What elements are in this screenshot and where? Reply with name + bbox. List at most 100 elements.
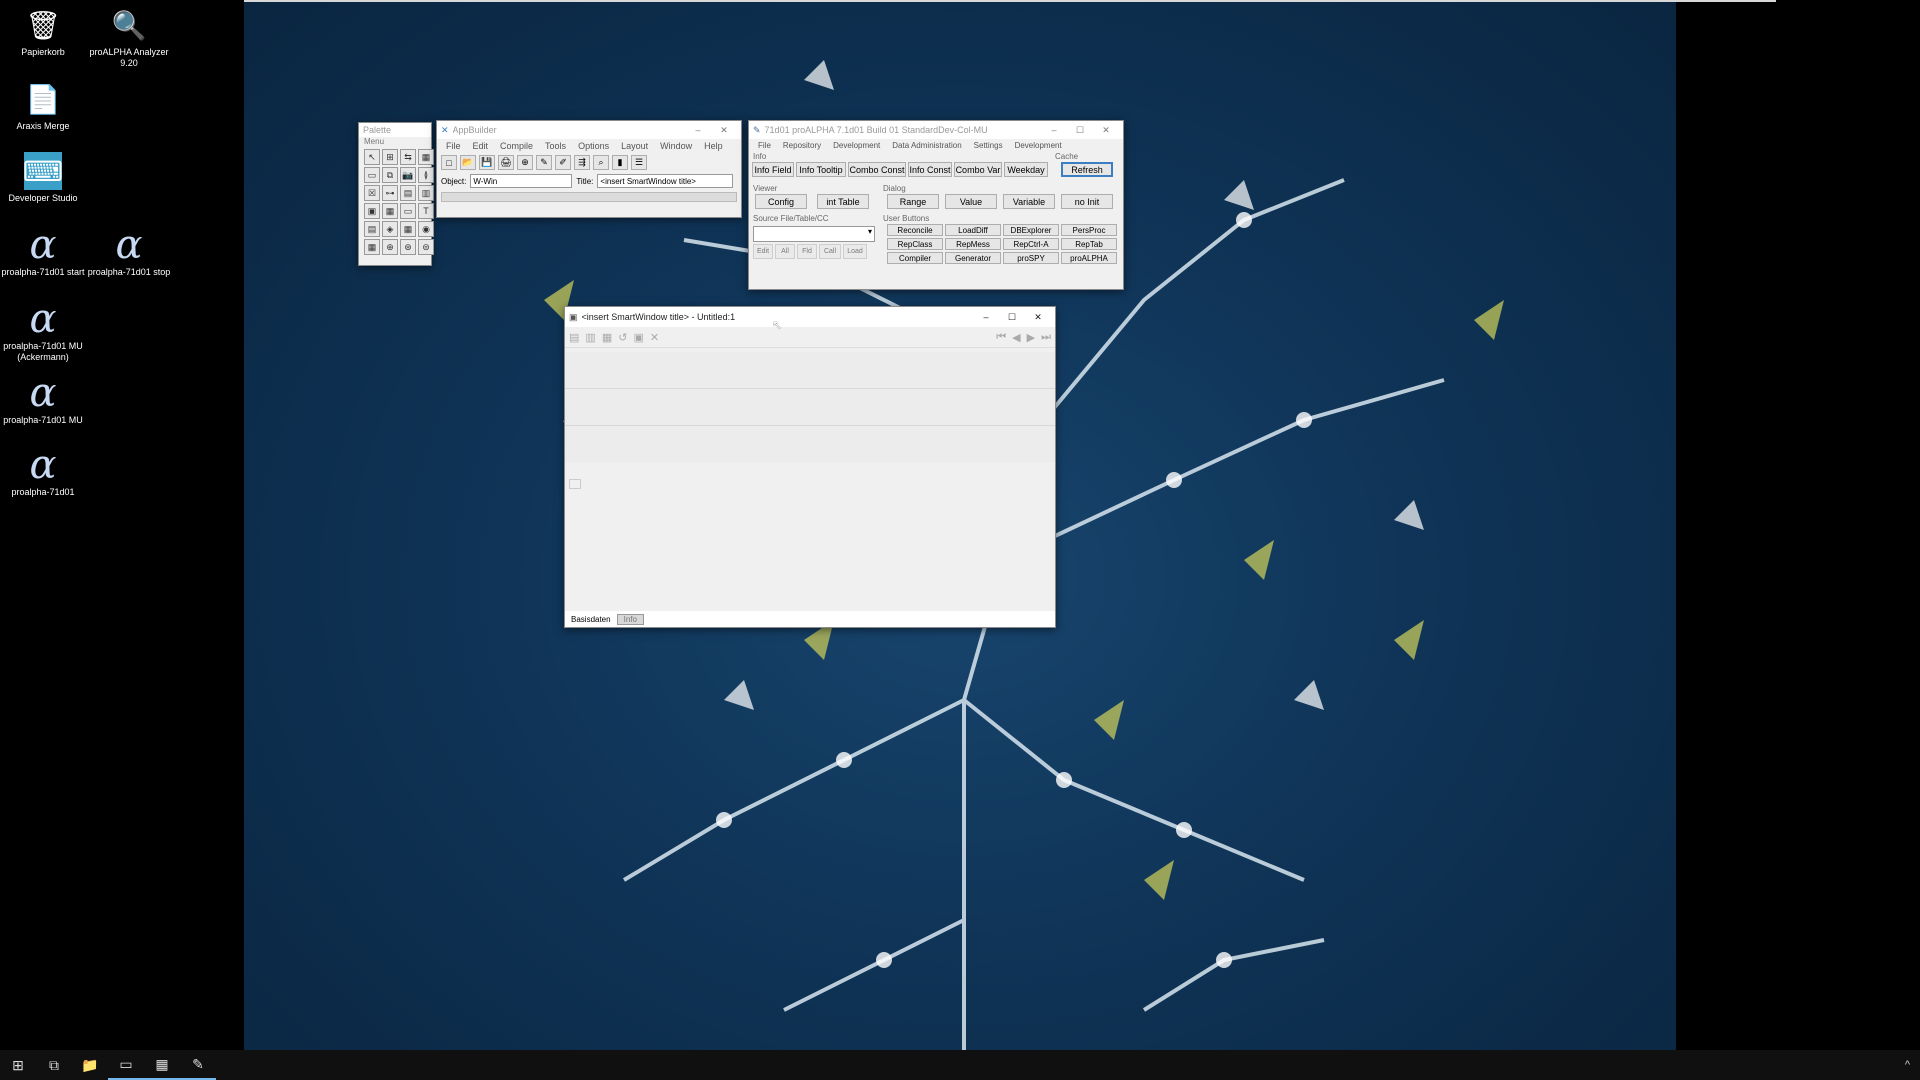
- start-icon[interactable]: ⊞: [0, 1050, 36, 1080]
- desktop-icon-araxis-merge[interactable]: 📄 Araxis Merge: [0, 80, 86, 132]
- tab-info[interactable]: Info: [616, 613, 644, 625]
- minimize-icon[interactable]: –: [685, 125, 711, 135]
- terminal-icon[interactable]: ▭: [108, 1050, 144, 1080]
- menu-data-administration[interactable]: Data Administration: [887, 141, 966, 150]
- persproc-button[interactable]: PersProc: [1061, 224, 1117, 236]
- procedure-icon[interactable]: ⇶: [574, 155, 590, 170]
- toolbar-print-icon[interactable]: ▣: [633, 331, 643, 344]
- loaddiff-button[interactable]: LoadDiff: [945, 224, 1001, 236]
- desktop-icon-proalpha-analyzer[interactable]: 🔍 proALPHA Analyzer 9.20: [86, 6, 172, 69]
- title-field[interactable]: [597, 174, 734, 188]
- repctrl-a-button[interactable]: RepCtrl-A: [1003, 238, 1059, 250]
- editor-tool-icon[interactable]: ▤: [400, 185, 416, 201]
- menu-tools[interactable]: Tools: [540, 141, 571, 151]
- menu-compile[interactable]: Compile: [495, 141, 538, 151]
- search-icon[interactable]: ⌕: [593, 155, 609, 170]
- button-tool-icon[interactable]: ⊶: [382, 185, 398, 201]
- text-tool-icon[interactable]: T: [418, 203, 434, 219]
- source-load-button[interactable]: Load: [843, 244, 867, 259]
- combo-const-button[interactable]: Combo Const: [848, 162, 906, 177]
- minimize-icon[interactable]: –: [1041, 125, 1067, 135]
- smartwindow-titlebar[interactable]: ▣ <insert SmartWindow title> - Untitled:…: [565, 307, 1055, 327]
- compiler-button[interactable]: Compiler: [887, 252, 943, 264]
- toggle-tool-icon[interactable]: ☒: [364, 185, 380, 201]
- menu-help[interactable]: Help: [699, 141, 728, 151]
- desktop-icon-developer-studio[interactable]: ⌨ Developer Studio: [0, 152, 86, 204]
- desktop-icon-proalpha[interactable]: α proalpha-71d01: [0, 445, 86, 498]
- pointer-tool-icon[interactable]: ↖: [364, 149, 380, 165]
- menu-options[interactable]: Options: [573, 141, 614, 151]
- menu-repository[interactable]: Repository: [778, 141, 826, 150]
- appbuilder-titlebar[interactable]: ✕ AppBuilder – ✕: [437, 121, 741, 139]
- menu-edit[interactable]: Edit: [468, 141, 494, 151]
- close-icon[interactable]: ✕: [1025, 312, 1051, 323]
- source-fld-button[interactable]: Fld: [797, 244, 817, 259]
- reptab-button[interactable]: RepTab: [1061, 238, 1117, 250]
- palette-menu[interactable]: Menu: [359, 137, 431, 146]
- menu-development-2[interactable]: Development: [1010, 141, 1067, 150]
- combo-tool-icon[interactable]: ▣: [364, 203, 380, 219]
- repmess-button[interactable]: RepMess: [945, 238, 1001, 250]
- ocx-tool-icon[interactable]: ◉: [418, 221, 434, 237]
- menu-settings[interactable]: Settings: [969, 141, 1008, 150]
- toolbar-save-icon[interactable]: ▦: [602, 331, 612, 344]
- previous-record-icon[interactable]: ◀: [1012, 331, 1020, 344]
- refresh-button[interactable]: Refresh: [1061, 162, 1113, 177]
- properties-icon[interactable]: ✐: [555, 155, 571, 170]
- source-all-button[interactable]: All: [775, 244, 795, 259]
- menu-file[interactable]: File: [753, 141, 776, 150]
- palette-titlebar[interactable]: Palette: [359, 123, 431, 137]
- file-explorer-icon[interactable]: 📁: [72, 1050, 108, 1080]
- minimize-icon[interactable]: –: [973, 312, 999, 322]
- info-tooltip-button[interactable]: Info Tooltip: [796, 162, 846, 177]
- fill-in-tool-icon[interactable]: ▭: [400, 203, 416, 219]
- run-icon[interactable]: ▮: [612, 155, 628, 170]
- edit-code-icon[interactable]: ✎: [536, 155, 552, 170]
- menu-window[interactable]: Window: [655, 141, 697, 151]
- last-record-icon[interactable]: ⏭: [1041, 331, 1051, 344]
- combo-var-button[interactable]: Combo Var: [954, 162, 1002, 177]
- open-icon[interactable]: 📂: [460, 155, 476, 170]
- no-init-button[interactable]: no Init: [1061, 194, 1113, 209]
- variable-button[interactable]: Variable: [1003, 194, 1055, 209]
- desktop-icon-recycle-bin[interactable]: 🗑 Papierkorb: [0, 6, 86, 58]
- close-icon[interactable]: ✕: [1093, 125, 1119, 136]
- query-tool-icon[interactable]: ⇆: [400, 149, 416, 165]
- close-icon[interactable]: ✕: [711, 125, 737, 136]
- toolbar-undo-icon[interactable]: ↺: [618, 331, 627, 344]
- desktop-icon-proalpha-start[interactable]: α proalpha-71d01 start: [0, 225, 86, 278]
- print-icon[interactable]: 🖨: [498, 155, 514, 170]
- toolbar-delete-icon[interactable]: ✕: [650, 331, 659, 344]
- rectangle-tool-icon[interactable]: ▭: [364, 167, 380, 183]
- proalpha-tools-titlebar[interactable]: ✎ 71d01 proALPHA 7.1d01 Build 01 Standar…: [749, 121, 1123, 139]
- selection-list-tool-icon[interactable]: ▥: [418, 185, 434, 201]
- smart-object-tool-icon[interactable]: ⧉: [382, 167, 398, 183]
- browse-tool-icon[interactable]: ▦: [418, 149, 434, 165]
- repclass-button[interactable]: RepClass: [887, 238, 943, 250]
- source-file-combo[interactable]: ▾: [753, 226, 875, 242]
- tab-basisdaten[interactable]: Basisdaten: [565, 615, 617, 624]
- value-button[interactable]: Value: [945, 194, 997, 209]
- smart-panel-tool-icon[interactable]: ⊜: [418, 239, 434, 255]
- frame-tool-icon[interactable]: ⊞: [382, 149, 398, 165]
- desktop-icon-proalpha-stop[interactable]: α proalpha-71d01 stop: [86, 225, 172, 278]
- developer-studio-icon[interactable]: ▦: [144, 1050, 180, 1080]
- source-edit-button[interactable]: Edit: [753, 244, 773, 259]
- desktop-icon-proalpha-mu-ackermann[interactable]: α proalpha-71d01 MU (Ackermann): [0, 299, 86, 363]
- object-field[interactable]: [470, 174, 573, 188]
- prospy-button[interactable]: proSPY: [1003, 252, 1059, 264]
- source-call-button[interactable]: Call: [819, 244, 841, 259]
- next-record-icon[interactable]: ▶: [1027, 331, 1035, 344]
- task-view-icon[interactable]: ⧉: [36, 1050, 72, 1080]
- desktop-icon-proalpha-mu[interactable]: α proalpha-71d01 MU: [0, 373, 86, 426]
- maximize-icon[interactable]: ☐: [1067, 125, 1093, 136]
- smart-viewer-tool-icon[interactable]: ⊕: [382, 239, 398, 255]
- zoom-icon[interactable]: ⊕: [517, 155, 533, 170]
- config-button[interactable]: Config: [755, 194, 807, 209]
- weekday-button[interactable]: Weekday: [1004, 162, 1048, 177]
- smart-data-tool-icon[interactable]: ▦: [364, 239, 380, 255]
- first-record-icon[interactable]: ⏮: [996, 331, 1006, 344]
- appbuilder-scrollbar[interactable]: [441, 192, 737, 202]
- proalpha-tool-icon[interactable]: ✎: [180, 1050, 216, 1080]
- radio-set-tool-icon[interactable]: ▤: [364, 221, 380, 237]
